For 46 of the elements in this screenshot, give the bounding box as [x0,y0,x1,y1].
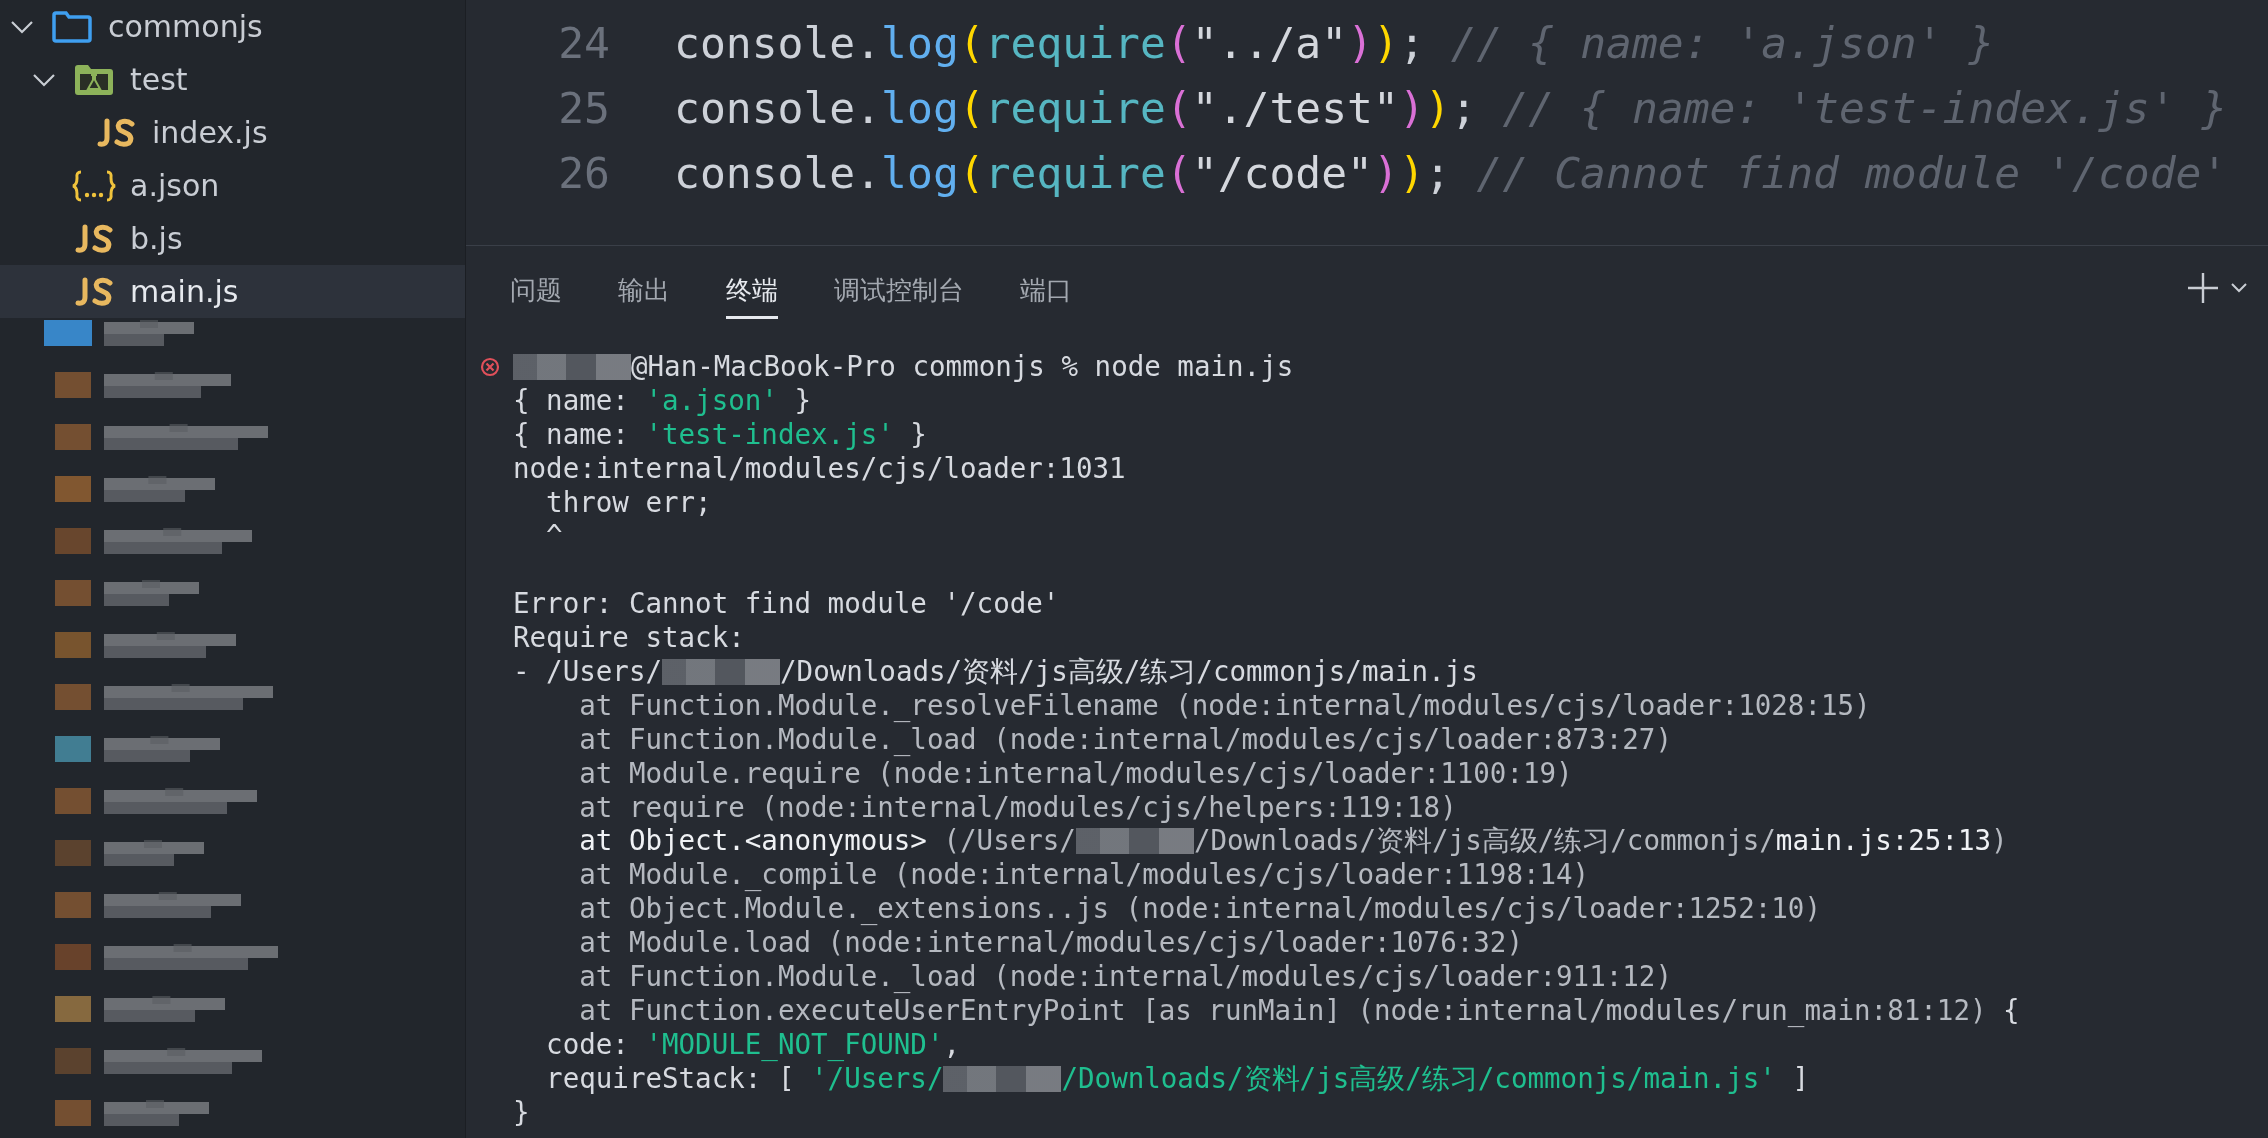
tree-item[interactable]: a.json [0,159,465,212]
terminal-line: at Function.executeUserEntryPoint [as runMain] (node:internal/modules/run_main:81:12) { [578,993,2020,1028]
json-file-icon [72,169,116,202]
terminal-line: } [513,1095,530,1130]
panel-tab[interactable]: 调试控制台 [834,265,964,319]
terminal-line: { name: 'a.json' } [513,383,812,418]
terminal-line: at Function.Module._load (node:internal/modules/cjs/loader:911:12) [578,960,1672,994]
terminal-line: Require stack: [513,621,745,656]
terminal-line: at Function.Module._load (node:internal/modules/cjs/loader:873:27) [578,722,1672,757]
tree-item[interactable]: test [0,53,465,106]
terminal-line: node:internal/modules/cjs/loader:1031 [513,451,1126,486]
terminal-line: at Object.<anonymous> (/Users/ /Downloads/资料/js高级/练习/commonjs/main.js:25:13) [578,824,2008,859]
tree-item[interactable]: commonjs [0,0,465,53]
terminal-line: at Module.load (node:internal/modules/cjs/loader:1076:32) [578,926,1523,961]
panel-tab[interactable]: 输出 [618,265,670,319]
terminal-line: requireStack: [ '/Users/ /Downloads/资料/js高级/练习/commonjs/main.js' ] [545,1061,1809,1096]
panel-tab[interactable]: 端口 [1020,265,1072,319]
tree-item[interactable]: b.js [0,212,465,265]
terminal-prompt: @Han-MacBook-Pro commonjs % node main.js [513,350,1294,384]
tree-item[interactable]: index.js [0,106,465,159]
line-number: 24 [557,17,610,68]
terminal-line: at Module._compile (node:internal/modules/cjs/loader:1198:14) [578,858,1590,893]
folder-icon [52,10,92,43]
terminal-line: { name: 'test-index.js' } [513,417,927,452]
code-line: console.log(require("/code")); // Cannot find module '/code' [674,147,2228,198]
chevron-down-icon[interactable] [32,72,56,87]
chevron-down-icon[interactable] [10,19,34,34]
chevron-down-icon[interactable] [2230,282,2248,294]
plus-icon[interactable] [2186,271,2220,305]
code-line: console.log(require("../a")); // { name: 'a.json' } [674,17,1995,68]
line-number: 26 [557,147,610,198]
tree-item[interactable]: main.js [0,265,465,318]
line-number: 25 [557,82,610,133]
terminal-line: at Function.Module._resolveFilename (node:internal/modules/cjs/loader:1028:15) [578,688,1871,723]
terminal-line: - /Users/ /Downloads/资料/js高级/练习/commonjs/main.js [513,655,1478,689]
panel-tab[interactable]: 问题 [510,265,562,319]
terminal-line: code: 'MODULE_NOT_FOUND', [545,1027,961,1062]
terminal-line: throw err; [545,485,712,520]
terminal-line: at Object.Module._extensions..js (node:internal/modules/cjs/loader:1252:10) [578,892,1821,927]
terminal-line: ^ [545,519,563,554]
terminal-line: Error: Cannot find module '/code' [513,587,1060,622]
terminal-line: at Module.require (node:internal/modules/cjs/loader:1100:19) [578,756,1573,791]
panel-tab[interactable]: 终端 [726,265,778,319]
terminal-line: at require (node:internal/modules/cjs/helpers:119:18) [578,790,1457,825]
code-line: console.log(require("./test")); // { name: 'test-index.js' } [674,82,2228,133]
flask-folder-icon [74,63,114,96]
